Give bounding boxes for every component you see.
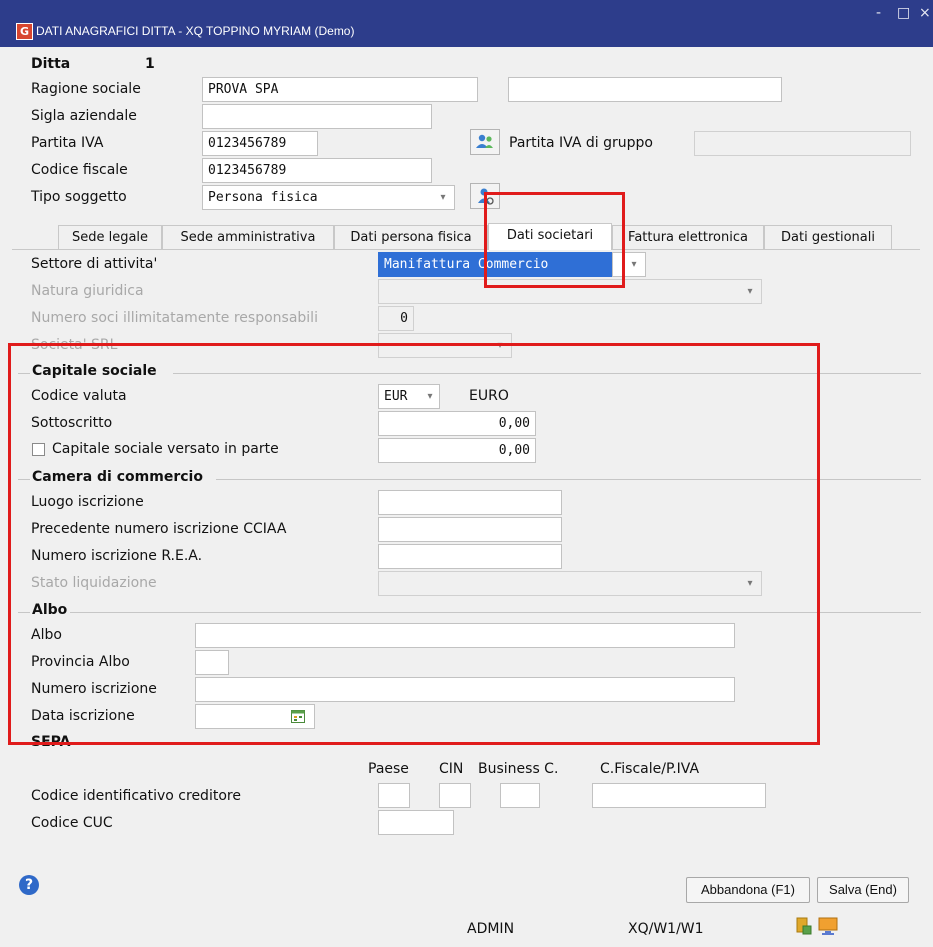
tipo-soggetto-select[interactable]: Persona fisica ▾ bbox=[202, 185, 455, 210]
help-icon[interactable]: ? bbox=[19, 875, 39, 895]
tab-dati-societari[interactable]: Dati societari bbox=[488, 223, 612, 250]
abbandona-button[interactable]: Abbandona (F1) bbox=[686, 877, 810, 903]
monitor-icon bbox=[818, 917, 838, 935]
codice-fiscale-input[interactable]: 0123456789 bbox=[202, 158, 432, 183]
tab-dati-gestionali[interactable]: Dati gestionali bbox=[764, 225, 892, 250]
sepa-cin-input[interactable] bbox=[439, 783, 471, 808]
ditta-value: 1 bbox=[145, 56, 155, 72]
sigla-aziendale-label: Sigla aziendale bbox=[31, 108, 137, 124]
sepa-cin-header: CIN bbox=[439, 761, 464, 777]
chevron-down-icon: ▾ bbox=[747, 286, 753, 297]
window-title: DATI ANAGRAFICI DITTA - XQ TOPPINO MYRIA… bbox=[36, 24, 355, 38]
sepa-paese-header: Paese bbox=[368, 761, 409, 777]
cuc-input[interactable] bbox=[378, 810, 454, 835]
close-button[interactable]: × bbox=[919, 5, 931, 21]
creditore-label: Codice identificativo creditore bbox=[31, 788, 241, 804]
status-user: ADMIN bbox=[467, 921, 515, 937]
tab-fattura-elettronica[interactable]: Fattura elettronica bbox=[612, 225, 764, 250]
sepa-paese-input[interactable] bbox=[378, 783, 410, 808]
ditta-label: Ditta bbox=[31, 56, 71, 72]
tab-sede-amministrativa[interactable]: Sede amministrativa bbox=[162, 225, 334, 250]
natura-giuridica-label: Natura giuridica bbox=[31, 283, 144, 299]
status-path: XQ/W1/W1 bbox=[628, 921, 704, 937]
tab-divider bbox=[12, 249, 920, 250]
tab-dati-persona-fisica[interactable]: Dati persona fisica bbox=[334, 225, 488, 250]
partita-iva-label: Partita IVA bbox=[31, 135, 104, 151]
tipo-soggetto-label: Tipo soggetto bbox=[31, 189, 127, 205]
tab-sede-legale[interactable]: Sede legale bbox=[58, 225, 162, 250]
sepa-cf-input[interactable] bbox=[592, 783, 766, 808]
cuc-label: Codice CUC bbox=[31, 815, 113, 831]
codice-fiscale-label: Codice fiscale bbox=[31, 162, 128, 178]
sepa-business-input[interactable] bbox=[500, 783, 540, 808]
ragione-sociale-extra-input[interactable] bbox=[508, 77, 782, 102]
window-titlebar: G DATI ANAGRAFICI DITTA - XQ TOPPINO MYR… bbox=[0, 0, 933, 47]
sigla-aziendale-input[interactable] bbox=[202, 104, 432, 129]
minimize-button[interactable]: - bbox=[876, 5, 881, 21]
ragione-sociale-label: Ragione sociale bbox=[31, 81, 141, 97]
database-icon bbox=[796, 917, 812, 935]
section-highlight-box bbox=[8, 343, 820, 745]
tipo-soggetto-value: Persona fisica bbox=[208, 190, 318, 205]
app-icon: G bbox=[16, 23, 33, 40]
sepa-cf-header: C.Fiscale/P.IVA bbox=[600, 761, 700, 777]
numero-soci-input: 0 bbox=[378, 306, 414, 331]
sepa-business-header: Business C. bbox=[478, 761, 559, 777]
partita-iva-input[interactable]: 0123456789 bbox=[202, 131, 318, 156]
partita-iva-gruppo-input bbox=[694, 131, 911, 156]
chevron-down-icon: ▾ bbox=[440, 192, 446, 203]
maximize-button[interactable]: □ bbox=[897, 5, 910, 21]
ragione-sociale-input[interactable]: PROVA SPA bbox=[202, 77, 478, 102]
partita-iva-gruppo-button[interactable] bbox=[470, 129, 500, 155]
chevron-down-icon: ▾ bbox=[631, 259, 637, 270]
partita-iva-gruppo-label: Partita IVA di gruppo bbox=[509, 135, 653, 151]
settore-label: Settore di attivita' bbox=[31, 256, 158, 272]
numero-soci-label: Numero soci illimitatamente responsabili bbox=[31, 310, 318, 326]
salva-button[interactable]: Salva (End) bbox=[817, 877, 909, 903]
people-icon bbox=[476, 134, 493, 148]
